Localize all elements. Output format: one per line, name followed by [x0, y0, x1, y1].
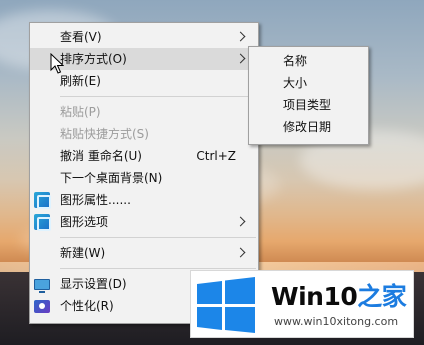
graphics-icon [34, 192, 51, 209]
personalize-icon [34, 300, 50, 313]
menu-separator [60, 237, 256, 238]
sort-by-submenu: 名称 大小 项目类型 修改日期 [248, 46, 369, 145]
submenu-item-name[interactable]: 名称 [249, 50, 368, 72]
shortcut-label: Ctrl+Z [196, 149, 236, 163]
menu-item-new[interactable]: 新建(W) [30, 242, 258, 264]
menu-item-label: 显示设置(D) [60, 277, 127, 291]
menu-separator [60, 268, 256, 269]
submenu-item-date-modified[interactable]: 修改日期 [249, 116, 368, 138]
menu-item-label: 粘贴(P) [60, 105, 101, 119]
menu-item-graphics-options[interactable]: 图形选项 [30, 211, 258, 233]
chevron-right-icon [235, 216, 246, 227]
menu-item-label: 个性化(R) [60, 299, 114, 313]
menu-item-label: 撤消 重命名(U) [60, 149, 142, 163]
menu-item-view[interactable]: 查看(V) [30, 26, 258, 48]
windows-logo-icon [197, 277, 255, 333]
menu-item-refresh[interactable]: 刷新(E) [30, 70, 258, 92]
menu-item-next-background[interactable]: 下一个桌面背景(N) [30, 167, 258, 189]
menu-separator [60, 96, 256, 97]
chevron-right-icon [235, 53, 246, 64]
menu-item-label: 粘贴快捷方式(S) [60, 127, 149, 141]
menu-item-label: 图形属性...... [60, 193, 131, 207]
chevron-right-icon [235, 247, 246, 258]
graphics-icon [34, 214, 51, 231]
brand-suffix: 之家 [357, 282, 407, 311]
menu-item-sort-by[interactable]: 排序方式(O) [30, 48, 258, 70]
display-icon [34, 279, 50, 293]
menu-item-graphics-properties[interactable]: 图形属性...... [30, 189, 258, 211]
menu-item-label: 排序方式(O) [60, 52, 127, 66]
menu-item-paste-shortcut: 粘贴快捷方式(S) [30, 123, 258, 145]
submenu-item-size[interactable]: 大小 [249, 72, 368, 94]
brand-url: www.win10xitong.com [274, 315, 399, 328]
watermark-logo: Win10之家 www.win10xitong.com [190, 270, 414, 338]
menu-item-paste: 粘贴(P) [30, 101, 258, 123]
menu-item-label: 刷新(E) [60, 74, 101, 88]
chevron-right-icon [235, 31, 246, 42]
menu-item-label: 查看(V) [60, 30, 102, 44]
mouse-cursor-icon [50, 53, 64, 74]
submenu-item-type[interactable]: 项目类型 [249, 94, 368, 116]
menu-item-label: 新建(W) [60, 246, 106, 260]
menu-item-undo-rename[interactable]: 撤消 重命名(U) Ctrl+Z [30, 145, 258, 167]
brand-prefix: Win10 [271, 282, 358, 311]
menu-item-label: 图形选项 [60, 215, 109, 229]
menu-item-label: 下一个桌面背景(N) [60, 171, 163, 185]
brand-name: Win10之家 [271, 277, 407, 313]
